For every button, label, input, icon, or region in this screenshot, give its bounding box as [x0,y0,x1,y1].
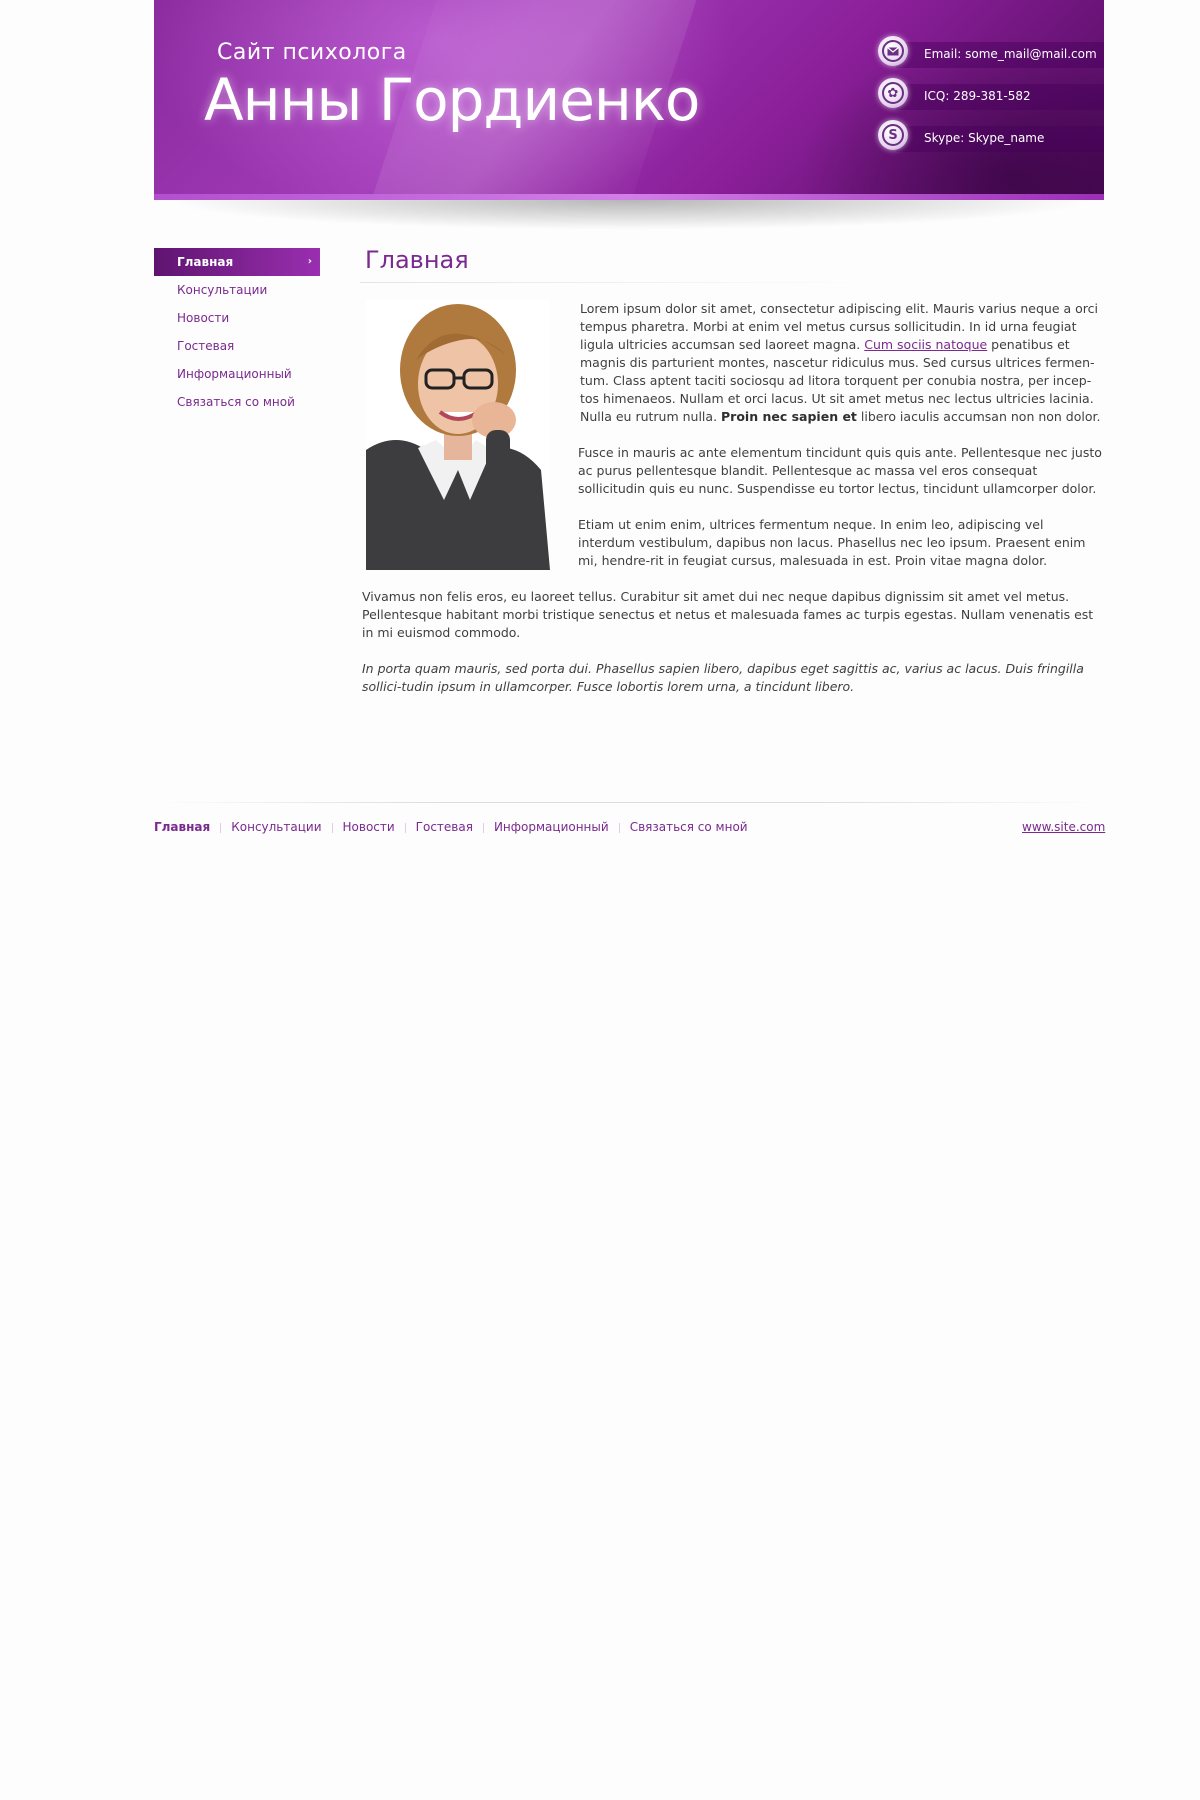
envelope-icon [878,36,908,66]
paragraph-3: Etiam ut enim enim, ultrices fermentum n… [578,517,1086,568]
footer-link-guestbook[interactable]: Гостевая [416,820,473,834]
inline-link[interactable]: Cum sociis natoque [864,337,987,352]
contact-email[interactable]: Email: some_mail@mail.com [876,36,1104,68]
main-content: Главная Lorem ipsum dolor sit amet, cons… [360,244,1104,694]
paragraph-1-text-c: libero iaculis accumsan non non dolor. [856,409,1101,424]
chevron-right-icon: › [307,256,312,267]
portrait-image [366,300,550,570]
contact-email-text: Email: some_mail@mail.com [924,47,1097,61]
title-divider [360,282,880,283]
sidebar-item-label: Главная [177,255,234,269]
footer-separator [220,822,222,833]
paragraph-1: Lorem ipsum dolor sit amet, consectetur … [580,300,1102,426]
contact-skype-text: Skype: Skype_name [924,131,1045,145]
header-shadow [164,200,1094,230]
icq-icon: ✿ [878,78,908,108]
paragraph-5-italic: In porta quam mauris, sed porta dui. Pha… [362,661,1084,694]
contact-panel: Email: some_mail@mail.com ✿ ICQ: 289-381… [876,36,1104,164]
sidebar-item-guestbook[interactable]: Гостевая [154,332,320,360]
sidebar-item-label: Новости [177,311,230,325]
skype-icon: S [878,120,908,150]
site-header: Сайт психолога Анны Гордиенко Email: som… [154,0,1104,196]
page: Сайт психолога Анны Гордиенко Email: som… [0,0,1200,1800]
footer-link-home[interactable]: Главная [154,820,210,834]
sidebar-item-info[interactable]: Информационный [154,360,320,388]
footer-link-consultations[interactable]: Консультации [231,820,321,834]
site-title: Анны Гордиенко [204,66,700,134]
sidebar-item-label: Связаться со мной [177,395,295,409]
site-subtitle: Сайт психолога [217,40,407,65]
footer-separator [331,822,333,833]
sidebar-item-home[interactable]: Главная › [154,248,320,276]
page-title: Главная [365,246,469,274]
contact-icq[interactable]: ✿ ICQ: 289-381-582 [876,78,1104,110]
footer-separator [404,822,406,833]
sidebar-item-contact[interactable]: Связаться со мной [154,388,320,416]
bold-text: Proin nec sapien et [721,409,857,424]
sidebar-nav: Главная › Консультации Новости Гостевая … [154,248,320,416]
footer-divider [154,802,1104,803]
paragraph-4: Vivamus non felis eros, eu laoreet tellu… [362,589,1094,640]
footer-nav: Главная Консультации Новости Гостевая Информ… [154,820,748,834]
contact-icq-text: ICQ: 289-381-582 [924,89,1031,103]
sidebar-item-news[interactable]: Новости [154,304,320,332]
footer-separator [618,822,620,833]
sidebar-item-label: Консультации [177,283,268,297]
footer-site-link[interactable]: www.site.com [1022,820,1105,834]
sidebar-item-consultations[interactable]: Консультации [154,276,320,304]
footer-link-news[interactable]: Новости [343,820,395,834]
footer-link-info[interactable]: Информационный [494,820,609,834]
sidebar-item-label: Гостевая [177,339,235,353]
footer-link-contact[interactable]: Связаться со мной [630,820,748,834]
footer-separator [482,822,484,833]
sidebar-item-label: Информационный [177,367,292,381]
paragraph-2: Fusce in mauris ac ante elementum tincid… [578,445,1102,496]
contact-skype[interactable]: S Skype: Skype_name [876,120,1104,152]
